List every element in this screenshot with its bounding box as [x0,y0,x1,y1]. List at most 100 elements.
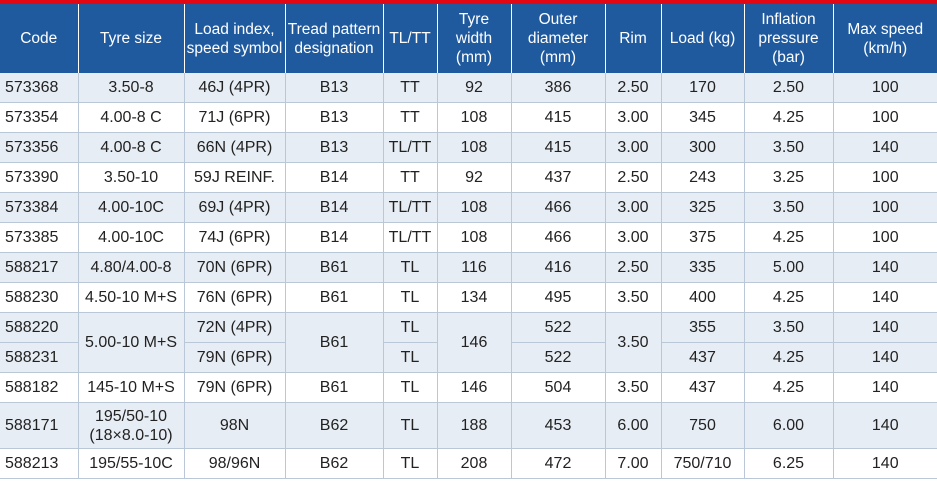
cell-outer-diameter: 415 [511,132,606,163]
cell-tyre-width: 108 [437,102,512,133]
cell-tyre-width: 134 [437,282,512,313]
cell-tl-tt: TL [383,342,438,373]
tyre-spec-page: Code Tyre size Load index, speed symbol … [0,0,937,489]
cell-tyre-width: 92 [437,162,512,193]
cell-load: 437 [661,342,745,373]
cell-load-index: 66N (4PR) [184,132,286,163]
table-row: 573354 4.00-8 C 71J (6PR) B13 TT 108 415… [0,102,937,133]
cell-tread-pattern: B61 [285,312,384,373]
col-header-load: Load (kg) [661,4,745,73]
cell-code: 588230 [0,282,79,313]
col-header-tl-tt: TL/TT [383,4,438,73]
cell-tl-tt: TL [383,402,438,449]
cell-outer-diameter: 453 [511,402,606,449]
cell-tyre-size: 3.50-10 [78,162,185,193]
cell-max-speed: 140 [833,372,937,403]
table-row: 573368 3.50-8 46J (4PR) B13 TT 92 386 2.… [0,73,937,103]
cell-outer-diameter: 466 [511,222,606,253]
table-row: 573356 4.00-8 C 66N (4PR) B13 TL/TT 108 … [0,132,937,163]
cell-tyre-width: 208 [437,448,512,479]
cell-tyre-size: 4.50-10 M+S [78,282,185,313]
cell-code: 573354 [0,102,79,133]
cell-max-speed: 140 [833,132,937,163]
cell-code: 588220 [0,312,79,343]
cell-code: 588217 [0,252,79,283]
cell-load-index: 98N [184,402,286,449]
cell-code: 573384 [0,192,79,223]
cell-rim: 3.50 [605,312,662,373]
col-header-tread-pattern: Tread pattern designation [285,4,384,73]
col-header-rim: Rim [605,4,662,73]
cell-tyre-width: 116 [437,252,512,283]
cell-inflation-pressure: 4.25 [744,342,834,373]
cell-tyre-size: 4.80/4.00-8 [78,252,185,283]
cell-code: 573368 [0,73,79,103]
col-header-code: Code [0,4,79,73]
cell-load-index: 74J (6PR) [184,222,286,253]
cell-rim: 3.00 [605,132,662,163]
table-row: 588182 145-10 M+S 79N (6PR) B61 TL 146 5… [0,372,937,403]
cell-max-speed: 100 [833,162,937,193]
cell-load: 345 [661,102,745,133]
cell-max-speed: 100 [833,222,937,253]
cell-load: 170 [661,73,745,103]
cell-tread-pattern: B62 [285,402,384,449]
cell-tyre-width: 188 [437,402,512,449]
cell-max-speed: 140 [833,342,937,373]
cell-tread-pattern: B13 [285,102,384,133]
cell-inflation-pressure: 4.25 [744,372,834,403]
cell-tyre-width: 108 [437,132,512,163]
cell-max-speed: 140 [833,312,937,343]
cell-tyre-size: 4.00-8 C [78,132,185,163]
cell-tl-tt: TL [383,312,438,343]
cell-max-speed: 140 [833,402,937,449]
cell-code: 588182 [0,372,79,403]
cell-outer-diameter: 416 [511,252,606,283]
cell-outer-diameter: 522 [511,342,606,373]
table-row: 588213 195/55-10C 98/96N B62 TL 208 472 … [0,448,937,479]
cell-tread-pattern: B14 [285,192,384,223]
col-header-tyre-width: Tyre width (mm) [437,4,512,73]
cell-load-index: 79N (6PR) [184,372,286,403]
cell-load-index: 71J (6PR) [184,102,286,133]
table-header: Code Tyre size Load index, speed symbol … [0,4,937,73]
cell-inflation-pressure: 5.00 [744,252,834,283]
col-header-inflation-pressure: Inflation pressure (bar) [744,4,834,73]
cell-max-speed: 140 [833,252,937,283]
cell-max-speed: 100 [833,192,937,223]
cell-rim: 3.00 [605,102,662,133]
cell-code: 573390 [0,162,79,193]
cell-load-index: 72N (4PR) [184,312,286,343]
cell-tl-tt: TL/TT [383,222,438,253]
cell-tl-tt: TL/TT [383,132,438,163]
cell-tyre-width: 108 [437,192,512,223]
cell-inflation-pressure: 4.25 [744,282,834,313]
table-row: 588220 5.00-10 M+S 72N (4PR) B61 TL 146 … [0,312,937,373]
cell-inflation-pressure: 4.25 [744,222,834,253]
cell-load: 355 [661,312,745,343]
table-row: 573385 4.00-10C 74J (6PR) B14 TL/TT 108 … [0,222,937,253]
cell-tyre-size: 4.00-10C [78,192,185,223]
cell-tyre-width: 108 [437,222,512,253]
cell-tread-pattern: B61 [285,372,384,403]
cell-tl-tt: TL [383,252,438,283]
cell-rim: 7.00 [605,448,662,479]
table-row: 573390 3.50-10 59J REINF. B14 TT 92 437 … [0,162,937,193]
cell-tyre-size: 195/50-10 (18×8.0-10) [78,402,185,449]
cell-tread-pattern: B61 [285,252,384,283]
cell-outer-diameter: 495 [511,282,606,313]
cell-tyre-size: 4.00-10C [78,222,185,253]
cell-tread-pattern: B62 [285,448,384,479]
cell-code: 573356 [0,132,79,163]
col-header-outer-diameter: Outer diameter (mm) [511,4,606,73]
cell-tl-tt: TL [383,372,438,403]
table-row: 588230 4.50-10 M+S 76N (6PR) B61 TL 134 … [0,282,937,313]
col-header-tyre-size: Tyre size [78,4,185,73]
cell-inflation-pressure: 4.25 [744,102,834,133]
cell-load-index: 69J (4PR) [184,192,286,223]
cell-code: 573385 [0,222,79,253]
cell-load: 300 [661,132,745,163]
cell-load-index: 70N (6PR) [184,252,286,283]
cell-max-speed: 140 [833,282,937,313]
cell-tl-tt: TT [383,102,438,133]
